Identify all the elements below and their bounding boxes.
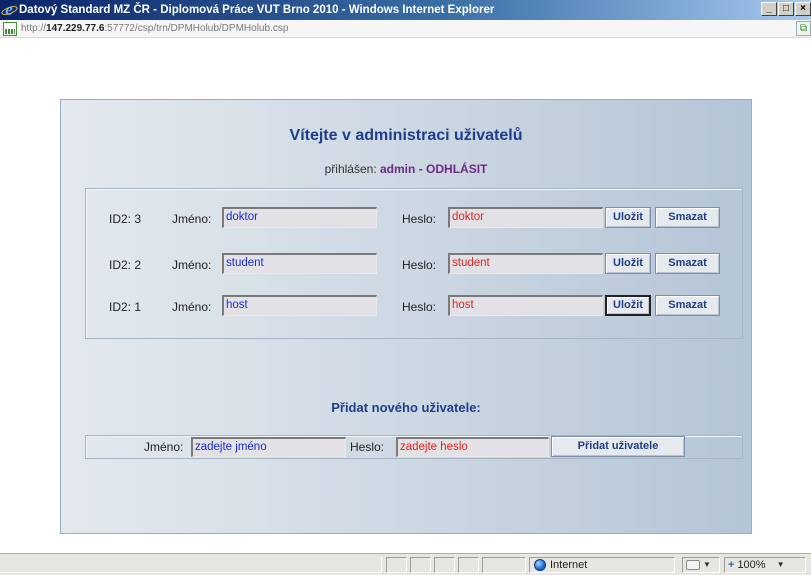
logged-user: admin <box>380 162 416 176</box>
url-path: :57772/csp/trn/DPMHolub/DPMHolub.csp <box>104 23 289 34</box>
username-field[interactable]: doktor <box>222 207 377 228</box>
status-text-cell <box>0 557 382 573</box>
password-label: Heslo: <box>402 300 437 314</box>
page-content: Vítejte v administraci uživatelů přihláš… <box>0 38 811 553</box>
status-bar: Internet ▼ + 100% ▼ <box>0 553 811 575</box>
password-label: Heslo: <box>402 258 437 272</box>
login-status: přihlášen: admin - ODHLÁSIT <box>61 162 751 176</box>
password-field[interactable]: student <box>448 253 603 274</box>
window-title: Datový Standard MZ ČR - Diplomová Práce … <box>19 4 495 16</box>
zoom-control[interactable]: + 100% ▼ <box>724 557 806 573</box>
password-field[interactable]: doktor <box>448 207 603 228</box>
status-cell <box>434 557 455 573</box>
lock-icon <box>686 560 700 570</box>
window-title-bar[interactable]: e Datový Standard MZ ČR - Diplomová Prác… <box>0 0 811 20</box>
address-bar[interactable]: http://147.229.77.6:57772/csp/trn/DPMHol… <box>0 20 811 38</box>
save-button[interactable]: Uložit <box>605 207 651 228</box>
user-row: ID2: 2 Jméno: student Heslo: student Ulo… <box>86 253 742 277</box>
add-user-form: Jméno: zadejte jméno Heslo: zadejte hesl… <box>85 435 743 459</box>
password-field[interactable]: host <box>448 295 603 316</box>
user-id-label: ID2: 2 <box>109 258 142 272</box>
user-row: ID2: 1 Jméno: host Heslo: host Uložit Sm… <box>86 295 742 319</box>
url-display[interactable]: http://147.229.77.6:57772/csp/trn/DPMHol… <box>21 23 288 34</box>
status-cell <box>458 557 479 573</box>
delete-button[interactable]: Smazat <box>655 207 720 228</box>
chevron-down-icon: ▼ <box>776 560 785 569</box>
add-user-button[interactable]: Přidat uživatele <box>551 436 685 457</box>
url-host: 147.229.77.6 <box>46 23 105 34</box>
window-controls: _ □ × <box>761 2 811 16</box>
delete-button[interactable]: Smazat <box>655 295 720 316</box>
page-title: Vítejte v administraci uživatelů <box>289 127 523 144</box>
save-button[interactable]: Uložit <box>605 295 651 316</box>
status-cell <box>386 557 407 573</box>
internet-explorer-icon: e <box>1 1 17 18</box>
password-label: Heslo: <box>402 212 437 226</box>
new-name-label: Jméno: <box>144 440 184 454</box>
admin-panel: Vítejte v administraci uživatelů přihláš… <box>60 99 752 534</box>
user-id-label: ID2: 3 <box>109 212 142 226</box>
delete-button[interactable]: Smazat <box>655 253 720 274</box>
new-password-field[interactable]: zadejte heslo <box>396 437 549 457</box>
logged-label: přihlášen: <box>324 162 377 176</box>
globe-icon <box>534 559 546 571</box>
zoom-level: 100% <box>737 559 766 571</box>
protected-mode-toggle[interactable]: ▼ <box>682 557 720 573</box>
name-label: Jméno: <box>172 258 212 272</box>
add-user-heading: Přidat nového uživatele: <box>331 400 481 415</box>
name-label: Jméno: <box>172 212 212 226</box>
new-username-field[interactable]: zadejte jméno <box>191 437 346 457</box>
close-button[interactable]: × <box>795 2 811 16</box>
status-cell <box>482 557 526 573</box>
new-password-label: Heslo: <box>350 440 385 454</box>
save-button[interactable]: Uložit <box>605 253 651 274</box>
zoom-icon: + <box>728 559 735 571</box>
minimize-button[interactable]: _ <box>761 2 777 16</box>
chevron-down-icon: ▼ <box>703 560 711 569</box>
username-field[interactable]: student <box>222 253 377 274</box>
user-id-label: ID2: 1 <box>109 300 142 314</box>
users-list: ID2: 3 Jméno: doktor Heslo: doktor Uloži… <box>85 188 743 339</box>
security-zone[interactable]: Internet <box>529 557 675 573</box>
page-icon <box>3 21 17 36</box>
status-cell <box>410 557 431 573</box>
username-field[interactable]: host <box>222 295 377 316</box>
compatibility-view-icon[interactable]: ⧉ <box>796 21 811 36</box>
zone-label: Internet <box>550 559 588 571</box>
name-label: Jméno: <box>172 300 212 314</box>
login-separator: - <box>418 162 423 176</box>
url-prefix: http:// <box>21 23 47 34</box>
maximize-button[interactable]: □ <box>778 2 794 16</box>
logout-link[interactable]: ODHLÁSIT <box>426 162 487 176</box>
user-row: ID2: 3 Jméno: doktor Heslo: doktor Uloži… <box>86 207 742 231</box>
